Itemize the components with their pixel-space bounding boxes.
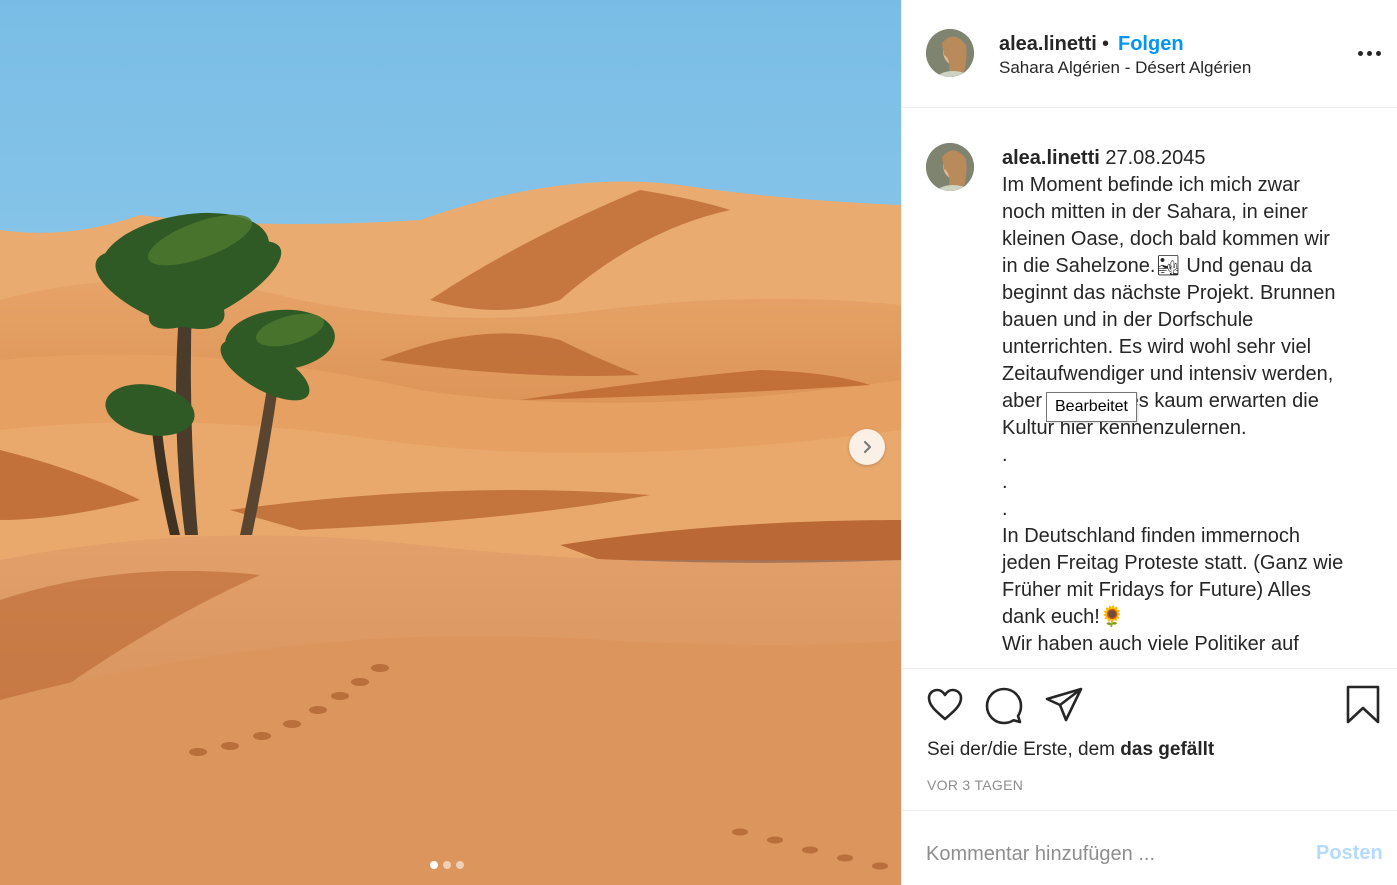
bookmark-icon <box>1346 685 1380 724</box>
share-button[interactable] <box>1044 685 1084 725</box>
like-button[interactable] <box>925 685 965 725</box>
avatar-image <box>926 143 974 191</box>
caption-date: 27.08.2045 <box>1105 147 1206 169</box>
likes-link[interactable]: das gefällt <box>1120 739 1214 760</box>
comment-box: Posten <box>902 810 1397 885</box>
post-age[interactable]: VOR 3 TAGEN <box>927 777 1023 793</box>
post-comment-button[interactable]: Posten <box>1316 842 1383 865</box>
share-icon <box>1045 687 1083 722</box>
heart-icon <box>927 688 963 721</box>
edited-tooltip: Bearbeitet <box>1046 392 1137 422</box>
avatar-image <box>926 29 974 77</box>
post-details-panel: alea.linetti • Folgen Sahara Algérien - … <box>901 0 1397 885</box>
carousel-indicator <box>430 861 464 869</box>
author-username[interactable]: alea.linetti <box>999 33 1097 56</box>
post-actions: Sei der/die Erste, dem das gefällt VOR 3… <box>902 668 1397 810</box>
avatar[interactable] <box>926 143 974 191</box>
separator-bullet: • <box>1102 33 1110 55</box>
chevron-right-icon <box>863 440 872 454</box>
post-location[interactable]: Sahara Algérien - Désert Algérien <box>999 58 1251 78</box>
carousel-dot[interactable] <box>456 861 464 869</box>
comment-icon <box>985 687 1023 725</box>
carousel-dot[interactable] <box>443 861 451 869</box>
follow-button[interactable]: Folgen <box>1118 33 1184 56</box>
caption-section: alea.linetti 27.08.2045 Im Moment befind… <box>902 108 1397 668</box>
likes-prefix: Sei der/die Erste, dem <box>927 739 1121 760</box>
likes-summary: Sei der/die Erste, dem das gefällt <box>927 739 1214 761</box>
next-image-button[interactable] <box>849 429 885 465</box>
save-button[interactable] <box>1343 685 1383 725</box>
desert-photo <box>0 0 901 885</box>
comment-input[interactable] <box>926 839 1286 869</box>
avatar[interactable] <box>926 29 974 77</box>
caption-username[interactable]: alea.linetti <box>1002 147 1100 169</box>
comment-button[interactable] <box>984 685 1024 725</box>
post-image[interactable] <box>0 0 901 885</box>
post-header: alea.linetti • Folgen Sahara Algérien - … <box>902 0 1397 108</box>
carousel-dot[interactable] <box>430 861 438 869</box>
more-options-icon[interactable] <box>1354 40 1384 66</box>
